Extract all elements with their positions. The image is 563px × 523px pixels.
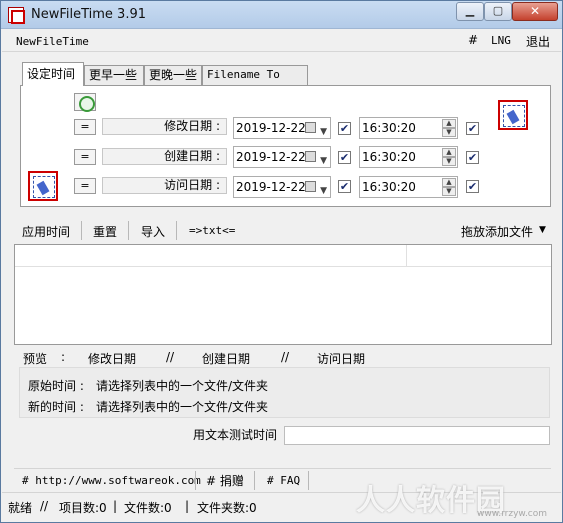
modified-date-checkbox[interactable]: ✔ [338,122,351,135]
modified-date-label: 修改日期 : [102,118,227,135]
current-time-button[interactable] [74,93,96,112]
app-window: NewFileTime 3.91 ▁ ▢ ✕ NewFileTime # LNG… [0,0,563,523]
chevron-down-icon: ▼ [320,186,327,196]
preview-accessed: 访问日期 [317,352,366,366]
apply-time-button[interactable]: 应用时间 [22,223,70,240]
spin-down-icon[interactable]: ▼ [442,187,456,196]
tab-later[interactable]: 更晚一些 [144,65,202,85]
calendar-icon [305,151,316,162]
spin-up-icon[interactable]: ▲ [442,178,456,187]
accessed-equal-button[interactable]: = [74,178,96,194]
original-time-label: 原始时间 : [28,379,84,393]
spin-down-icon[interactable]: ▼ [442,157,456,166]
toolbar-separator [176,221,177,240]
toolbar-separator [128,221,129,240]
menu-bar: NewFileTime # LNG 退出 [2,30,561,52]
preview-label: 预览 [23,352,48,366]
calendar-left-icon[interactable] [28,171,58,201]
minimize-icon: ▁ [465,4,475,17]
chevron-down-icon: ▼ [320,156,327,166]
created-date-value: 2019-12-22 [236,150,306,164]
new-time-label: 新的时间 : [28,400,84,414]
status-bar-separator: | [185,499,190,513]
modified-date-value: 2019-12-22 [236,121,306,135]
website-link[interactable]: # http://www.softwareok.com [22,474,201,487]
created-date-picker[interactable]: 2019-12-22 ▼ [233,146,331,168]
faq-link[interactable]: # FAQ [267,474,300,487]
test-time-input[interactable] [284,426,550,445]
preview-modified: 修改日期 [88,352,137,366]
maximize-button[interactable]: ▢ [484,2,512,21]
spin-up-icon[interactable]: ▲ [442,148,456,157]
tab-earlier[interactable]: 更早一些 [84,65,144,85]
file-list[interactable] [14,244,552,345]
modified-time-value: 16:30:20 [362,121,416,135]
toolbar-separator [81,221,82,240]
app-icon[interactable] [8,7,25,24]
close-button[interactable]: ✕ [512,2,558,21]
preview-separator: // [281,350,290,364]
status-item-count: 项目数:0 [59,501,107,515]
created-time-checkbox[interactable]: ✔ [466,151,479,164]
minimize-button[interactable]: ▁ [456,2,484,21]
created-date-label: 创建日期 : [102,148,227,165]
original-time-value: 请选择列表中的一个文件/文件夹 [96,379,269,393]
export-txt-button[interactable]: =>txt<= [189,224,235,237]
import-button[interactable]: 导入 [141,223,165,240]
accessed-date-picker[interactable]: 2019-12-22 ▼ [233,176,331,198]
calendar-icon [305,122,316,133]
preview-separator: // [166,350,175,364]
created-date-checkbox[interactable]: ✔ [338,151,351,164]
created-equal-button[interactable]: = [74,149,96,165]
new-time-value: 请选择列表中的一个文件/文件夹 [96,400,269,414]
time-info-area: 原始时间 : 请选择列表中的一个文件/文件夹 新的时间 : 请选择列表中的一个文… [19,367,550,418]
column-separator[interactable] [406,245,407,267]
created-time-input[interactable]: 16:30:20 ▲ ▼ [359,146,458,168]
chevron-down-icon: ▼ [320,127,327,137]
watermark-url: www.rrzyw.com [477,509,548,519]
accessed-time-input[interactable]: 16:30:20 ▲ ▼ [359,176,458,198]
accessed-time-value: 16:30:20 [362,180,416,194]
close-icon: ✕ [529,4,541,18]
chevron-down-icon[interactable]: ▼ [539,225,546,235]
link-separator [254,471,255,490]
link-separator [308,471,309,490]
status-file-count: 文件数:0 [124,501,172,515]
created-time-value: 16:30:20 [362,150,416,164]
accessed-time-checkbox[interactable]: ✔ [466,180,479,193]
preview-colon: : [61,350,66,364]
action-toolbar: 应用时间 重置 导入 =>txt<= 拖放添加文件 ▼ [15,220,552,242]
spin-down-icon[interactable]: ▼ [442,128,456,137]
donate-link[interactable]: # 捐赠 [206,472,244,489]
accessed-date-checkbox[interactable]: ✔ [338,180,351,193]
accessed-date-value: 2019-12-22 [236,180,306,194]
title-bar[interactable]: NewFileTime 3.91 ▁ ▢ ✕ [1,1,562,29]
window-title: NewFileTime 3.91 [31,7,147,22]
tab-filename-to-time[interactable]: Filename To Time [202,65,308,99]
menu-item-hash[interactable]: # [468,33,478,47]
calendar-right-icon[interactable] [498,100,528,130]
menu-item-language[interactable]: LNG [491,34,511,47]
spin-up-icon[interactable]: ▲ [442,119,456,128]
reset-button[interactable]: 重置 [93,223,117,240]
menu-item-exit[interactable]: 退出 [526,33,550,50]
test-time-label: 用文本测试时间 [193,428,278,442]
status-separator: // [40,499,49,513]
file-list-header[interactable] [15,245,551,267]
drag-drop-add-button[interactable]: 拖放添加文件 [461,223,533,240]
accessed-date-label: 访问日期 : [102,177,227,194]
menu-item-app[interactable]: NewFileTime [16,35,89,48]
status-ready: 就绪 [8,501,33,515]
status-folder-count: 文件夹数:0 [197,501,257,515]
modified-time-input[interactable]: 16:30:20 ▲ ▼ [359,117,458,139]
modified-equal-button[interactable]: = [74,119,96,135]
link-separator [195,471,196,490]
modified-time-checkbox[interactable]: ✔ [466,122,479,135]
tab-set-time[interactable]: 设定时间 [22,62,84,86]
modified-date-picker[interactable]: 2019-12-22 ▼ [233,117,331,139]
status-bar-separator: | [113,499,118,513]
calendar-icon [305,181,316,192]
preview-created: 创建日期 [202,352,251,366]
maximize-icon: ▢ [492,4,504,17]
